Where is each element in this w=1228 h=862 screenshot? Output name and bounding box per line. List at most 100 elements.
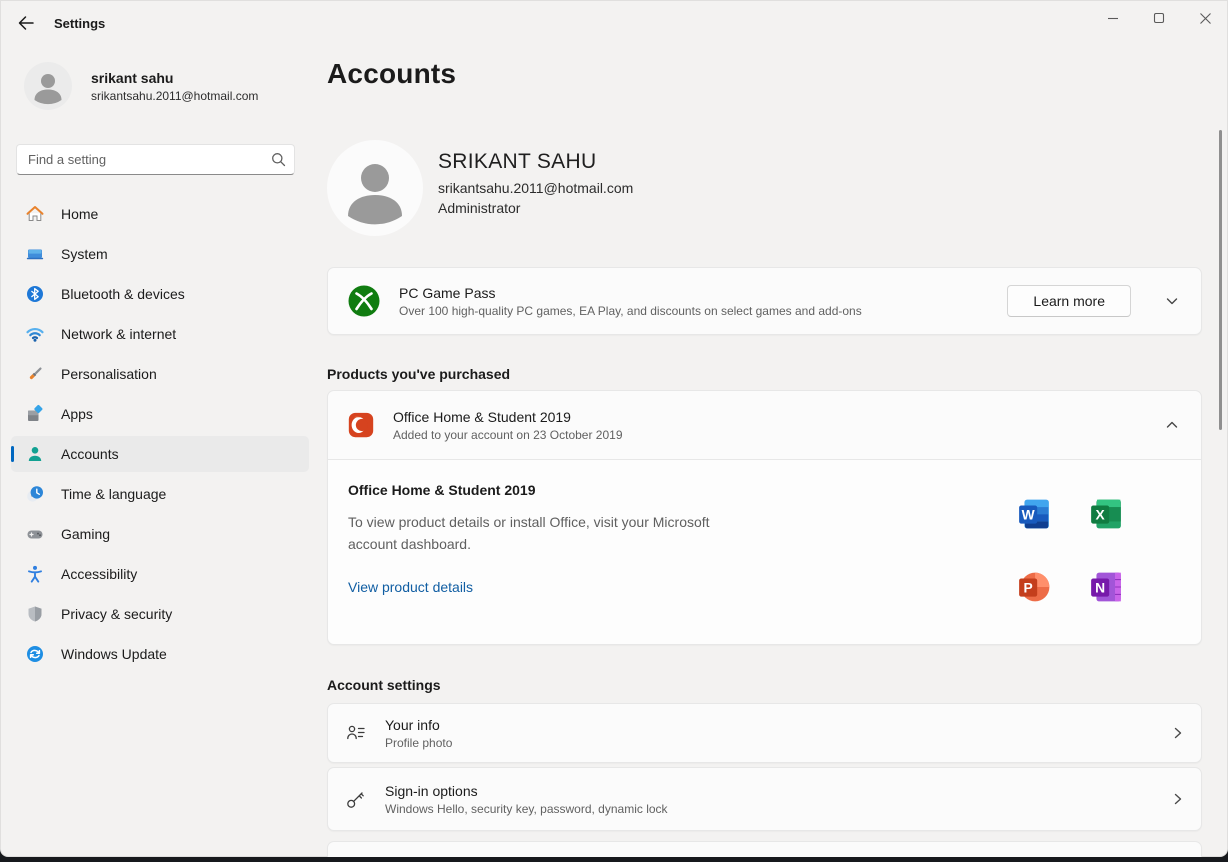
game-pass-card: PC Game Pass Over 100 high-quality PC ga… <box>327 267 1202 335</box>
sidebar-nav: Home System Bluetooth & devices <box>0 196 320 676</box>
next-settings-row-partial[interactable] <box>327 841 1202 857</box>
sidebar: srikant sahu srikantsahu.2011@hotmail.co… <box>0 44 320 857</box>
back-button[interactable] <box>12 10 40 36</box>
account-settings-rows: Your info Profile photo Sign-in options … <box>327 703 1202 835</box>
sidebar-item-bluetooth[interactable]: Bluetooth & devices <box>11 276 309 312</box>
sidebar-item-label: Personalisation <box>61 366 157 382</box>
personalisation-icon <box>25 364 45 384</box>
search-box <box>16 144 295 175</box>
back-arrow-icon <box>16 13 36 33</box>
sidebar-item-network[interactable]: Network & internet <box>11 316 309 352</box>
account-settings-section-title: Account settings <box>327 677 441 693</box>
profile-name: SRIKANT SAHU <box>438 150 633 174</box>
search-input[interactable] <box>16 144 295 175</box>
svg-text:X: X <box>1096 506 1106 522</box>
svg-text:N: N <box>1095 579 1105 595</box>
maximize-icon <box>1153 12 1165 24</box>
maximize-button[interactable] <box>1136 0 1182 36</box>
xbox-icon <box>346 283 382 319</box>
sidebar-item-label: Privacy & security <box>61 606 172 622</box>
sidebar-item-accessibility[interactable]: Accessibility <box>11 556 309 592</box>
office-card: Office Home & Student 2019 Added to your… <box>327 390 1202 645</box>
office-card-body: Office Home & Student 2019 To view produ… <box>328 459 1201 644</box>
privacy-shield-icon <box>25 604 45 624</box>
sidebar-item-label: Windows Update <box>61 646 167 662</box>
office-details-title: Office Home & Student 2019 <box>348 482 1181 498</box>
sidebar-item-label: Time & language <box>61 486 166 502</box>
search-icon <box>271 152 286 167</box>
apps-icon <box>25 404 45 424</box>
sidebar-item-windows-update[interactable]: Windows Update <box>11 636 309 672</box>
sidebar-item-label: Network & internet <box>61 326 176 342</box>
time-language-icon <box>25 484 45 504</box>
powerpoint-icon: P <box>1017 570 1051 604</box>
accessibility-icon <box>25 564 45 584</box>
sidebar-item-personalisation[interactable]: Personalisation <box>11 356 309 392</box>
bluetooth-icon <box>25 284 45 304</box>
minimize-button[interactable] <box>1090 0 1136 36</box>
game-pass-title: PC Game Pass <box>399 285 862 301</box>
sidebar-item-label: Bluetooth & devices <box>61 286 185 302</box>
sidebar-item-apps[interactable]: Apps <box>11 396 309 432</box>
scrollbar[interactable] <box>1219 130 1222 430</box>
sign-in-options-row[interactable]: Sign-in options Windows Hello, security … <box>327 767 1202 831</box>
close-icon <box>1199 12 1212 25</box>
office-logo-icon <box>346 410 376 440</box>
view-product-details-link[interactable]: View product details <box>348 579 473 595</box>
word-icon: W <box>1017 497 1051 531</box>
titlebar: Settings <box>0 0 1228 44</box>
sidebar-user-email: srikantsahu.2011@hotmail.com <box>91 89 258 103</box>
sidebar-item-time-language[interactable]: Time & language <box>11 476 309 512</box>
sidebar-user-name: srikant sahu <box>91 70 258 86</box>
profile-avatar <box>327 140 423 236</box>
office-added-date: Added to your account on 23 October 2019 <box>393 428 623 442</box>
chevron-up-icon <box>1165 418 1179 432</box>
home-icon <box>25 204 45 224</box>
your-info-row[interactable]: Your info Profile photo <box>327 703 1202 763</box>
office-card-header[interactable]: Office Home & Student 2019 Added to your… <box>328 391 1201 459</box>
game-pass-description: Over 100 high-quality PC games, EA Play,… <box>399 304 862 318</box>
sidebar-user-card[interactable]: srikant sahu srikantsahu.2011@hotmail.co… <box>24 62 258 110</box>
office-details-text: To view product details or install Offic… <box>348 511 740 555</box>
chevron-right-icon <box>1172 793 1184 805</box>
settings-window: Settings <box>0 0 1228 857</box>
sign-in-options-subtitle: Windows Hello, security key, password, d… <box>385 802 668 816</box>
app-title: Settings <box>54 16 105 31</box>
gaming-icon <box>25 524 45 544</box>
sidebar-item-home[interactable]: Home <box>11 196 309 232</box>
your-info-title: Your info <box>385 717 452 733</box>
user-avatar <box>24 62 72 110</box>
page-title: Accounts <box>327 58 456 90</box>
sidebar-item-label: System <box>61 246 108 262</box>
system-icon <box>25 244 45 264</box>
main-content: Accounts SRIKANT SAHU srikantsahu.2011@h… <box>327 44 1202 857</box>
sidebar-item-label: Apps <box>61 406 93 422</box>
office-collapse-button[interactable] <box>1161 414 1183 436</box>
chevron-down-icon <box>1165 294 1179 308</box>
game-pass-expander[interactable] <box>1161 290 1183 312</box>
sidebar-item-label: Gaming <box>61 526 110 542</box>
your-info-icon <box>345 722 367 744</box>
sign-in-key-icon <box>345 788 367 810</box>
sidebar-item-system[interactable]: System <box>11 236 309 272</box>
close-button[interactable] <box>1182 0 1228 36</box>
network-icon <box>25 324 45 344</box>
learn-more-button[interactable]: Learn more <box>1007 285 1131 317</box>
profile-role: Administrator <box>438 200 633 216</box>
your-info-subtitle: Profile photo <box>385 736 452 750</box>
purchased-section-title: Products you've purchased <box>327 366 510 382</box>
sidebar-item-label: Home <box>61 206 98 222</box>
sign-in-options-title: Sign-in options <box>385 783 668 799</box>
onenote-icon: N <box>1089 570 1123 604</box>
svg-text:P: P <box>1024 579 1033 595</box>
office-title: Office Home & Student 2019 <box>393 409 623 425</box>
sidebar-item-accounts[interactable]: Accounts <box>11 436 309 472</box>
window-controls <box>1090 0 1228 36</box>
sidebar-item-label: Accounts <box>61 446 119 462</box>
account-profile: SRIKANT SAHU srikantsahu.2011@hotmail.co… <box>327 140 633 236</box>
sidebar-item-privacy[interactable]: Privacy & security <box>11 596 309 632</box>
excel-icon: X <box>1089 497 1123 531</box>
svg-text:W: W <box>1022 506 1036 522</box>
sidebar-item-gaming[interactable]: Gaming <box>11 516 309 552</box>
office-apps-grid: W X P <box>1017 497 1123 604</box>
